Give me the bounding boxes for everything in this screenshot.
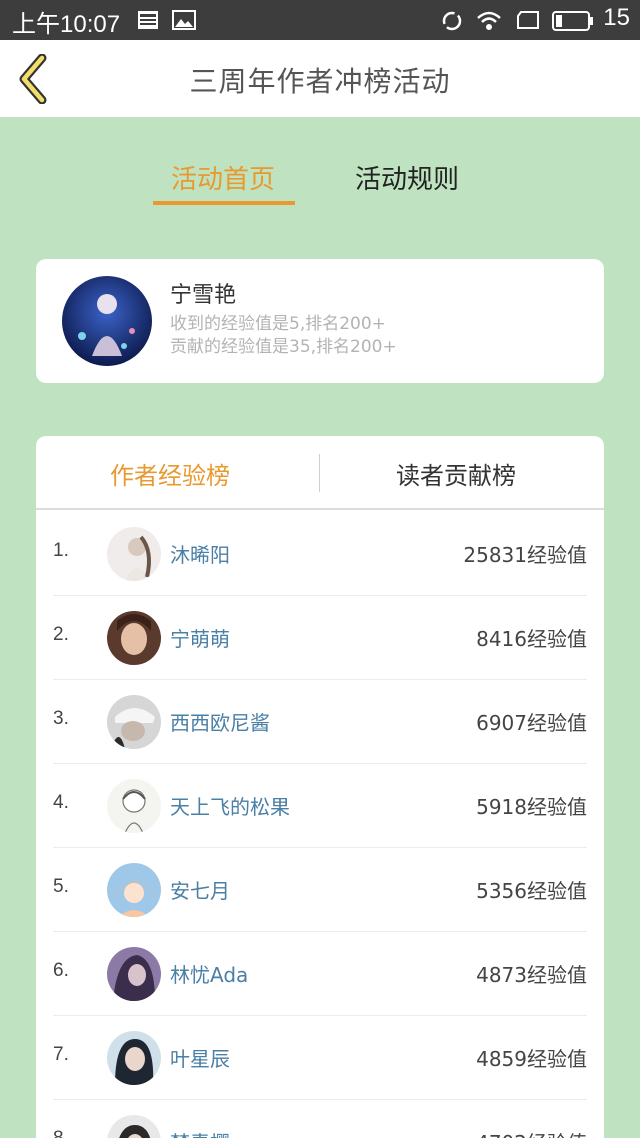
news-icon bbox=[137, 10, 159, 30]
exp-score: 4702经验值 bbox=[476, 1127, 587, 1138]
exp-score: 4859经验值 bbox=[476, 1047, 587, 1071]
ranking-row[interactable]: 7. 叶星辰 4859经验值 bbox=[53, 1016, 587, 1100]
screen-icon bbox=[516, 10, 540, 30]
avatar bbox=[107, 695, 161, 749]
ranking-row[interactable]: 2. 宁萌萌 8416经验值 bbox=[53, 596, 587, 680]
author-name: 宁萌萌 bbox=[170, 627, 230, 651]
rank-number: 6. bbox=[53, 960, 69, 981]
battery-icon bbox=[552, 10, 594, 31]
image-icon bbox=[172, 10, 196, 30]
author-name: 林忧Ada bbox=[170, 963, 249, 987]
rank-number: 3. bbox=[53, 708, 69, 729]
sync-icon bbox=[441, 10, 463, 31]
author-name: 西西欧尼酱 bbox=[170, 711, 270, 735]
author-name: 安七月 bbox=[170, 879, 230, 903]
profile-card: 宁雪艳 收到的经验值是5,排名200+ 贡献的经验值是35,排名200+ bbox=[36, 259, 604, 383]
status-bar: 上午10:07 15 bbox=[0, 0, 640, 40]
rank-number: 5. bbox=[53, 876, 69, 897]
avatar bbox=[107, 779, 161, 833]
avatar bbox=[107, 527, 161, 581]
battery-level: 15 bbox=[603, 4, 630, 31]
ranking-tabs: 作者经验榜 读者贡献榜 bbox=[36, 436, 604, 510]
ranking-card: 作者经验榜 读者贡献榜 1. 沐晞阳 25831经验值 2. 宁萌萌 8416经… bbox=[36, 436, 604, 1138]
author-name: 叶星辰 bbox=[170, 1047, 230, 1071]
status-time: 上午10:07 bbox=[12, 11, 121, 38]
received-exp-text: 收到的经验值是5,排名200+ bbox=[170, 314, 386, 334]
activity-tabs: 活动首页 活动规则 bbox=[0, 117, 640, 227]
ranking-row[interactable]: 5. 安七月 5356经验值 bbox=[53, 848, 587, 932]
rank-number: 7. bbox=[53, 1044, 69, 1065]
tab-activity-rules[interactable]: 活动规则 bbox=[355, 159, 459, 196]
wifi-icon bbox=[476, 10, 502, 30]
nav-bar: 三周年作者冲榜活动 bbox=[0, 40, 640, 117]
rank-number: 1. bbox=[53, 540, 69, 561]
rank-number: 4. bbox=[53, 792, 69, 813]
contributed-exp-text: 贡献的经验值是35,排名200+ bbox=[170, 337, 397, 357]
author-name: 沐晞阳 bbox=[170, 543, 230, 567]
active-tab-indicator bbox=[153, 201, 295, 205]
page-title: 三周年作者冲榜活动 bbox=[189, 65, 451, 98]
ranking-row[interactable]: 4. 天上飞的松果 5918经验值 bbox=[53, 764, 587, 848]
avatar bbox=[107, 1115, 161, 1138]
exp-score: 25831经验值 bbox=[463, 543, 587, 567]
rank-number: 2. bbox=[53, 624, 69, 645]
ranking-row[interactable]: 1. 沐晞阳 25831经验值 bbox=[53, 512, 587, 596]
avatar[interactable] bbox=[62, 276, 152, 366]
exp-score: 5356经验值 bbox=[476, 879, 587, 903]
author-name: 梦青樱 bbox=[170, 1127, 230, 1138]
tab-author-exp[interactable]: 作者经验榜 bbox=[110, 456, 230, 491]
tab-reader-contribution[interactable]: 读者贡献榜 bbox=[396, 456, 516, 491]
tab-activity-home[interactable]: 活动首页 bbox=[171, 159, 275, 196]
ranking-row[interactable]: 3. 西西欧尼酱 6907经验值 bbox=[53, 680, 587, 764]
avatar bbox=[107, 863, 161, 917]
exp-score: 8416经验值 bbox=[476, 627, 587, 651]
tab-divider bbox=[319, 454, 320, 492]
profile-name: 宁雪艳 bbox=[170, 283, 237, 308]
avatar bbox=[107, 611, 161, 665]
ranking-row[interactable]: 6. 林忧Ada 4873经验值 bbox=[53, 932, 587, 1016]
exp-score: 6907经验值 bbox=[476, 711, 587, 735]
author-name: 天上飞的松果 bbox=[170, 795, 290, 819]
ranking-row[interactable]: 8. 梦青樱 4702经验值 bbox=[53, 1100, 587, 1138]
avatar bbox=[107, 1031, 161, 1085]
rank-number: 8. bbox=[53, 1128, 69, 1138]
exp-score: 4873经验值 bbox=[476, 963, 587, 987]
exp-score: 5918经验值 bbox=[476, 795, 587, 819]
avatar bbox=[107, 947, 161, 1001]
